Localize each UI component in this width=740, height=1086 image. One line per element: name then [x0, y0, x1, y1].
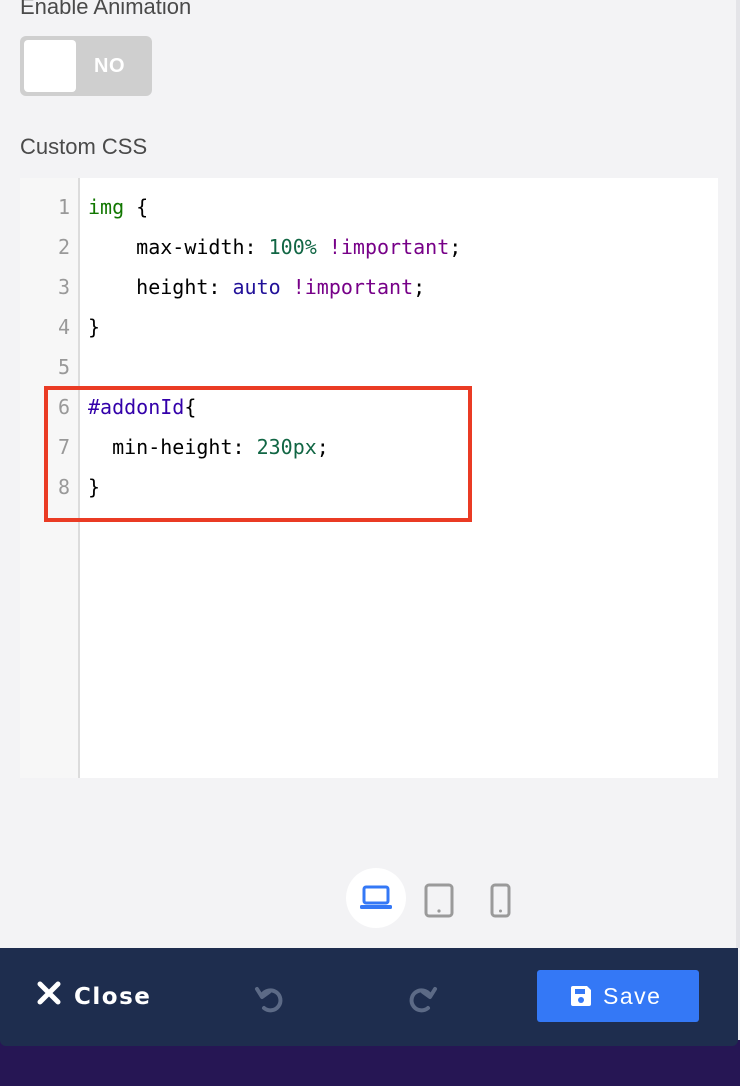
footer-bar: Close Save: [0, 948, 738, 1046]
save-label: Save: [603, 983, 662, 1009]
code-line[interactable]: 1 img {: [20, 187, 718, 227]
code-line[interactable]: 3 height: auto !important;: [20, 267, 718, 307]
line-number: 3: [57, 275, 70, 299]
save-button[interactable]: Save: [537, 970, 699, 1022]
line-number: 4: [57, 315, 70, 339]
undo-icon: [255, 987, 283, 1013]
desktop-view-button[interactable]: [346, 868, 406, 928]
tablet-icon: [424, 883, 454, 918]
device-switcher: [0, 868, 740, 932]
line-number: 2: [57, 235, 70, 259]
close-label: Close: [74, 984, 152, 1010]
line-number: 1: [57, 195, 70, 219]
redo-button[interactable]: [402, 978, 442, 1018]
page-backdrop: [0, 1040, 740, 1086]
line-number: 5: [57, 355, 70, 379]
toggle-knob: [24, 40, 76, 92]
mobile-view-button[interactable]: [471, 868, 531, 928]
toggle-state-text: NO: [94, 55, 125, 77]
highlight-box: [44, 386, 472, 522]
code-line[interactable]: 2 max-width: 100% !important;: [20, 227, 718, 267]
laptop-icon: [360, 885, 392, 909]
code-line[interactable]: 5: [20, 347, 718, 387]
floppy-disk-icon: [571, 986, 591, 1006]
code-text: height: auto !important;: [88, 275, 426, 299]
mobile-icon: [490, 883, 511, 918]
redo-icon: [409, 987, 437, 1013]
code-text: max-width: 100% !important;: [88, 235, 462, 259]
scrollbar[interactable]: [736, 0, 740, 948]
settings-panel: Enable Animation NO Custom CSS 1 img { 2 m…: [0, 0, 740, 948]
enable-animation-label: Enable Animation: [20, 0, 192, 19]
code-line[interactable]: 4}: [20, 307, 718, 347]
tablet-view-button[interactable]: [409, 868, 469, 928]
enable-animation-toggle[interactable]: NO: [20, 36, 152, 96]
code-text: img {: [88, 195, 149, 219]
custom-css-label: Custom CSS: [20, 134, 148, 159]
close-icon: [37, 981, 61, 1005]
code-text: }: [88, 315, 101, 339]
undo-button[interactable]: [250, 978, 290, 1018]
